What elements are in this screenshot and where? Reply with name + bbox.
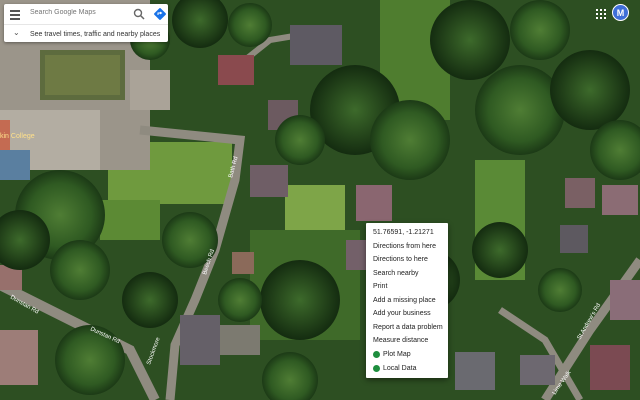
satellite-map[interactable]: kin College Bath Rd Beech Rd Dunstan Rd … bbox=[0, 0, 640, 400]
travel-times-link[interactable]: See travel times, traffic and nearby pla… bbox=[30, 31, 160, 38]
add-missing-place[interactable]: Add a missing place bbox=[366, 294, 448, 307]
plot-map-item[interactable]: Plot Map bbox=[366, 348, 448, 361]
search-icon[interactable] bbox=[132, 7, 146, 21]
directions-to-here[interactable]: Directions to here bbox=[366, 253, 448, 266]
layers-icon bbox=[373, 350, 380, 358]
account-avatar[interactable]: M bbox=[612, 4, 629, 21]
apps-grid-icon[interactable] bbox=[596, 9, 606, 19]
coordinates-item[interactable]: 51.76591, -1.21271 bbox=[366, 226, 448, 239]
local-data-item[interactable]: Local Data bbox=[366, 362, 448, 375]
plot-map-label: Plot Map bbox=[383, 351, 411, 358]
travel-times-row[interactable]: ⌄ See travel times, traffic and nearby p… bbox=[4, 24, 168, 43]
search-box: ⌄ See travel times, traffic and nearby p… bbox=[4, 4, 168, 42]
measure-distance[interactable]: Measure distance bbox=[366, 334, 448, 347]
map-label-college: kin College bbox=[0, 133, 35, 140]
directions-icon[interactable] bbox=[153, 7, 167, 21]
print[interactable]: Print bbox=[366, 280, 448, 293]
directions-from-here[interactable]: Directions from here bbox=[366, 240, 448, 253]
hamburger-menu-icon[interactable] bbox=[10, 8, 20, 20]
search-nearby[interactable]: Search nearby bbox=[366, 267, 448, 280]
local-data-label: Local Data bbox=[383, 365, 417, 372]
search-input[interactable] bbox=[30, 9, 126, 16]
report-data-problem[interactable]: Report a data problem bbox=[366, 321, 448, 334]
layers-icon bbox=[373, 364, 380, 372]
chevron-down-icon[interactable]: ⌄ bbox=[13, 28, 20, 37]
context-menu: 51.76591, -1.21271 Directions from here … bbox=[366, 223, 448, 378]
add-your-business[interactable]: Add your business bbox=[366, 307, 448, 320]
search-row bbox=[4, 4, 168, 24]
